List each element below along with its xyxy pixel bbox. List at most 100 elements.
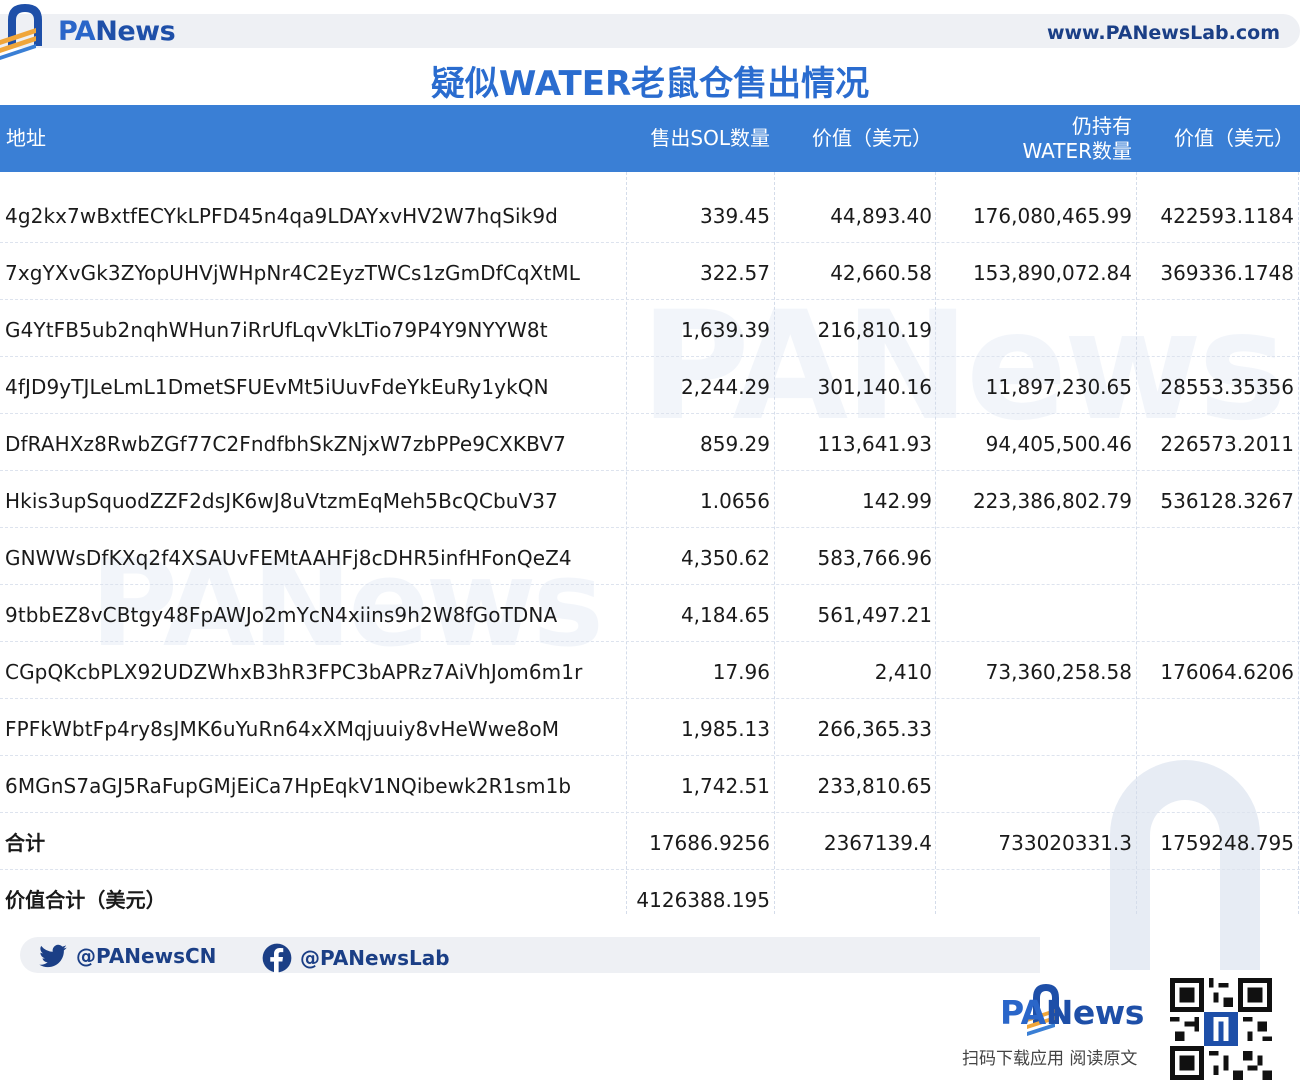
brand-news: News <box>95 16 176 47</box>
grand-total-label: 价值合计（美元） <box>5 888 166 912</box>
brand-pa: PA <box>58 16 96 47</box>
water-value-cell: 28553.35356 <box>1160 375 1294 399</box>
footer-brand-news: News <box>1045 993 1145 1032</box>
qr-code-icon[interactable] <box>1170 978 1272 1080</box>
sol-sold-cell: 1,639.39 <box>680 318 770 342</box>
address-cell: 9tbbEZ8vCBtgy48FpAWJo2mYcN4xiins9h2W8fGo… <box>5 603 558 627</box>
sol-sold-cell: 4,184.65 <box>680 603 770 627</box>
water-held-cell: 153,890,072.84 <box>972 261 1132 285</box>
facebook-handle: @PANewsLab <box>300 946 450 970</box>
water-value-cell: 422593.1184 <box>1160 204 1294 228</box>
water-held-cell: 94,405,500.46 <box>985 432 1132 456</box>
col-header-water-held: 仍持有 WATER数量 <box>937 105 1132 172</box>
site-url[interactable]: www.PANewsLab.com <box>1047 22 1280 44</box>
usd-value-cell: 583,766.96 <box>817 546 932 570</box>
grand-total-row: 价值合计（美元） 4126388.195 <box>0 870 1300 927</box>
usd-value-cell: 2,410 <box>874 660 932 684</box>
table-row: G4YtFB5ub2nqhWHun7iRrUfLqvVkLTio79P4Y9NY… <box>0 300 1300 357</box>
total-usd-value: 2367139.4 <box>823 831 932 855</box>
usd-value-cell: 266,365.33 <box>817 717 932 741</box>
water-value-cell: 369336.1748 <box>1160 261 1294 285</box>
address-cell: DfRAHXz8RwbZGf77C2FndfbhSkZNjxW7zbPPe9CX… <box>5 432 566 456</box>
sol-sold-cell: 17.96 <box>712 660 770 684</box>
water-held-cell <box>937 585 1132 642</box>
water-value-cell: 536128.3267 <box>1160 489 1294 513</box>
col-header-water-held-line2: WATER数量 <box>1022 138 1132 163</box>
twitter-link[interactable]: @PANewsCN <box>38 941 216 971</box>
water-held-cell: 223,386,802.79 <box>972 489 1132 513</box>
usd-value-cell: 142.99 <box>862 489 932 513</box>
water-held-cell <box>937 699 1132 756</box>
table-row: FPFkWbtFp4ry8sJMK6uYuRn64xXMqjuuiy8vHeWw… <box>0 699 1300 756</box>
water-held-cell <box>937 528 1132 585</box>
address-cell: Hkis3upSquodZZF2dsJK6wJ8uVtzmEqMeh5BcQCb… <box>5 489 558 513</box>
facebook-link[interactable]: @PANewsLab <box>262 943 450 973</box>
col-header-usd-value: 价值（美元） <box>812 126 932 150</box>
grand-total-value: 4126388.195 <box>636 888 770 912</box>
total-water-held: 733020331.3 <box>998 831 1132 855</box>
usd-value-cell: 44,893.40 <box>830 204 932 228</box>
address-cell: CGpQKcbPLX92UDZWhxB3hR3FPC3bAPRz7AiVhJom… <box>5 660 583 684</box>
table-row: DfRAHXz8RwbZGf77C2FndfbhSkZNjxW7zbPPe9CX… <box>0 414 1300 471</box>
brand-name: PANews <box>58 16 176 47</box>
water-held-cell: 176,080,465.99 <box>972 204 1132 228</box>
col-header-water-held-line1: 仍持有 <box>1072 113 1132 138</box>
table-row: Hkis3upSquodZZF2dsJK6wJ8uVtzmEqMeh5BcQCb… <box>0 471 1300 528</box>
footer-brand-pa: PA <box>1000 993 1046 1032</box>
usd-value-cell: 233,810.65 <box>817 774 932 798</box>
sol-sold-cell: 4,350.62 <box>680 546 770 570</box>
address-cell: 6MGnS7aGJ5RaFupGMjEiCa7HpEqkV1NQibewk2R1… <box>5 774 572 798</box>
water-value-cell <box>1138 300 1294 357</box>
water-value-cell: 226573.2011 <box>1160 432 1294 456</box>
col-header-address: 地址 <box>6 126 46 150</box>
twitter-icon <box>39 944 67 968</box>
address-cell: G4YtFB5ub2nqhWHun7iRrUfLqvVkLTio79P4Y9NY… <box>5 318 548 342</box>
sol-sold-cell: 1,985.13 <box>680 717 770 741</box>
table-row: 6MGnS7aGJ5RaFupGMjEiCa7HpEqkV1NQibewk2R1… <box>0 756 1300 813</box>
total-row: 合计 17686.9256 2367139.4 733020331.3 1759… <box>0 813 1300 870</box>
table-row: CGpQKcbPLX92UDZWhxB3hR3FPC3bAPRz7AiVhJom… <box>0 642 1300 699</box>
total-water-value: 1759248.795 <box>1160 831 1294 855</box>
water-value-cell <box>1138 585 1294 642</box>
table-row: 4fJD9yTJLeLmL1DmetSFUEvMt5iUuvFdeYkEuRy1… <box>0 357 1300 414</box>
col-header-sol-sold: 售出SOL数量 <box>650 126 770 150</box>
usd-value-cell: 113,641.93 <box>817 432 932 456</box>
sol-sold-cell: 859.29 <box>700 432 770 456</box>
usd-value-cell: 561,497.21 <box>817 603 932 627</box>
table-row: GNWWsDfKXq2f4XSAUvFEMtAAHFj8cDHR5infHFon… <box>0 528 1300 585</box>
address-cell: 4g2kx7wBxtfECYkLPFD45n4qa9LDAYxvHV2W7hqS… <box>5 204 558 228</box>
table-row: 7xgYXvGk3ZYopUHVjWHpNr4C2EyzTWCs1zGmDfCq… <box>0 243 1300 300</box>
usd-value-cell: 216,810.19 <box>817 318 932 342</box>
water-value-cell <box>1138 756 1294 813</box>
sol-sold-cell: 2,244.29 <box>680 375 770 399</box>
sol-sold-cell: 339.45 <box>700 204 770 228</box>
table-row: 4g2kx7wBxtfECYkLPFD45n4qa9LDAYxvHV2W7hqS… <box>0 186 1300 243</box>
table-header: 地址 售出SOL数量 价值（美元） 仍持有 WATER数量 价值（美元） <box>0 105 1300 172</box>
sol-sold-cell: 1.0656 <box>700 489 770 513</box>
address-cell: 7xgYXvGk3ZYopUHVjWHpNr4C2EyzTWCs1zGmDfCq… <box>5 261 581 285</box>
footer-slogan: 扫码下载应用 阅读原文 <box>962 1049 1138 1069</box>
usd-value-cell: 42,660.58 <box>830 261 932 285</box>
water-held-cell: 73,360,258.58 <box>985 660 1132 684</box>
address-cell: GNWWsDfKXq2f4XSAUvFEMtAAHFj8cDHR5infHFon… <box>5 546 572 570</box>
water-value-cell <box>1138 528 1294 585</box>
sol-sold-cell: 1,742.51 <box>680 774 770 798</box>
col-header-water-value: 价值（美元） <box>1174 126 1294 150</box>
address-cell: 4fJD9yTJLeLmL1DmetSFUEvMt5iUuvFdeYkEuRy1… <box>5 375 549 399</box>
water-value-cell <box>1138 699 1294 756</box>
facebook-icon <box>262 943 292 973</box>
address-cell: FPFkWbtFp4ry8sJMK6uYuRn64xXMqjuuiy8vHeWw… <box>5 717 560 741</box>
water-held-cell <box>937 300 1132 357</box>
water-value-cell: 176064.6206 <box>1160 660 1294 684</box>
water-held-cell: 11,897,230.65 <box>985 375 1132 399</box>
total-label: 合计 <box>5 831 46 855</box>
total-sol-sold: 17686.9256 <box>649 831 770 855</box>
col-header-water-held-label: 仍持有 WATER数量 <box>1022 114 1132 164</box>
sol-sold-cell: 322.57 <box>700 261 770 285</box>
page-title: 疑似WATER老鼠仓售出情况 <box>430 64 870 104</box>
table-row: 9tbbEZ8vCBtgy48FpAWJo2mYcN4xiins9h2W8fGo… <box>0 585 1300 642</box>
water-held-cell <box>937 756 1132 813</box>
footer-brand-name: PANews <box>1000 993 1144 1032</box>
usd-value-cell: 301,140.16 <box>817 375 932 399</box>
twitter-handle: @PANewsCN <box>76 944 217 968</box>
